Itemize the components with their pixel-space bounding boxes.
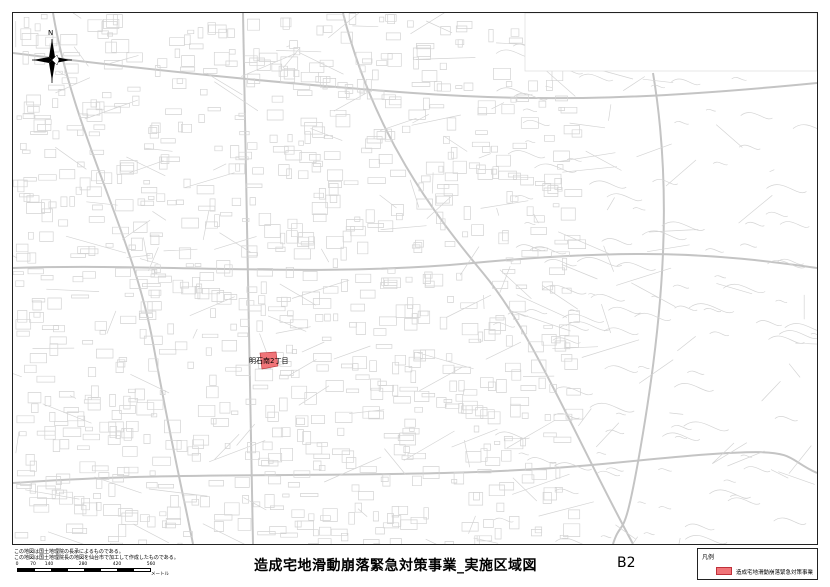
scale-unit: メートル: [151, 572, 169, 577]
scale-tick: 140: [44, 562, 54, 567]
scale-tick: 0: [15, 562, 19, 567]
sheet-id: B2: [617, 555, 636, 571]
base-map[interactable]: [13, 13, 817, 544]
scale-tick: 70: [30, 562, 36, 567]
scale-tick: 560: [146, 562, 156, 567]
source-note-2: この地図は国土地理院長の地図を仙台市で加工して作成したものである。: [14, 555, 179, 561]
map-title: 造成宅地滑動崩落緊急対策事業_実施区域図: [254, 558, 537, 574]
map-frame: N 明石南2丁目: [12, 12, 818, 545]
legend-item-label: 造成宅地滑動崩落緊急対策事業: [736, 570, 814, 576]
legend-title: 凡例: [702, 554, 715, 561]
site-label: 明石南2丁目: [249, 357, 289, 365]
scale-bar: 0 70 140 280 420 560 メートル: [15, 562, 169, 580]
scale-tick: 280: [78, 562, 88, 567]
north-label: N: [48, 29, 54, 37]
legend-swatch: [716, 567, 732, 575]
scale-segments: [17, 568, 151, 572]
north-arrow-icon: N: [31, 29, 73, 85]
scale-tick: 420: [112, 562, 122, 567]
map-footer: この地図は国土地理院の長承によるものである。 この地図は国土地理院長の地図を仙台…: [12, 545, 818, 582]
legend: 凡例 造成宅地滑動崩落緊急対策事業: [697, 548, 818, 580]
